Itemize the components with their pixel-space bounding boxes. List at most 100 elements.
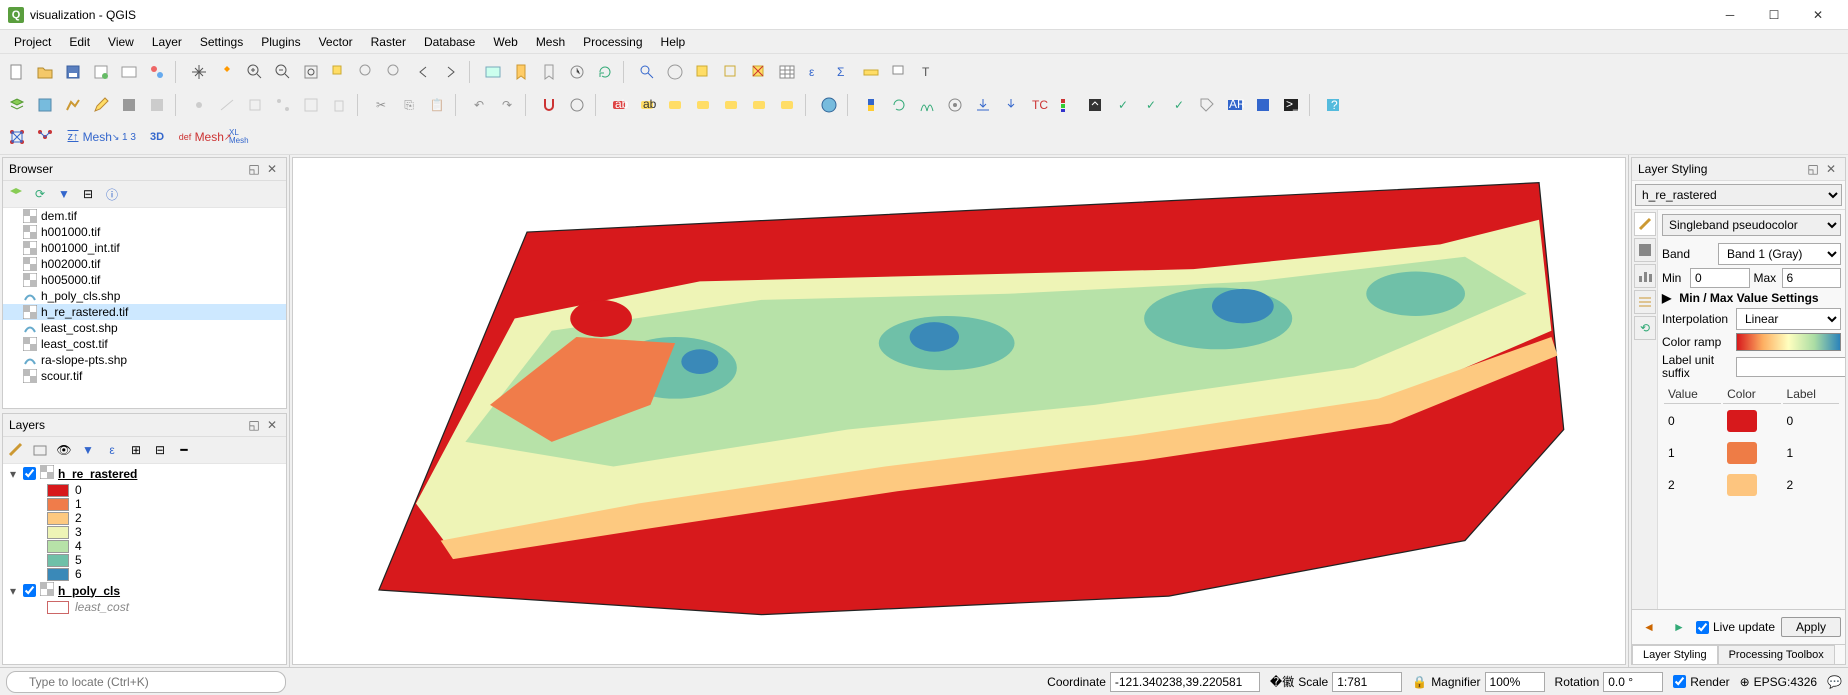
style-manager-icon[interactable]	[144, 59, 170, 85]
menu-project[interactable]: Project	[6, 32, 59, 52]
renderer-select[interactable]: Singleband pseudocolor	[1662, 214, 1841, 236]
new-geopackage-icon[interactable]	[32, 92, 58, 118]
zoom-selection-icon[interactable]	[326, 59, 352, 85]
browser-refresh-icon[interactable]: ⟳	[29, 183, 51, 205]
blue-panel-icon[interactable]	[1250, 92, 1276, 118]
python-icon[interactable]	[858, 92, 884, 118]
tab-layer-styling[interactable]: Layer Styling	[1632, 645, 1718, 664]
layers-add-group-icon[interactable]	[29, 439, 51, 461]
browser-item[interactable]: ra-slope-pts.shp	[3, 352, 286, 368]
messages-icon[interactable]: 💬	[1827, 675, 1842, 689]
menu-web[interactable]: Web	[485, 32, 525, 52]
class-row[interactable]: 00	[1664, 406, 1839, 436]
label-icon[interactable]: abc	[634, 92, 660, 118]
undo-icon[interactable]: ↶	[466, 92, 492, 118]
expand-icon[interactable]: ▾	[7, 584, 19, 598]
symbology-tab-icon[interactable]	[1634, 212, 1656, 236]
pan-to-selection-icon[interactable]	[214, 59, 240, 85]
check-1-icon[interactable]: ✓	[1166, 92, 1192, 118]
browser-item[interactable]: h001000.tif	[3, 224, 286, 240]
live-update-checkbox[interactable]	[1696, 621, 1709, 634]
arr-icon[interactable]: ARR	[1222, 92, 1248, 118]
menu-edit[interactable]: Edit	[61, 32, 98, 52]
toggle-editing-icon[interactable]	[88, 92, 114, 118]
action-icon[interactable]	[662, 59, 688, 85]
class-color-swatch[interactable]	[1727, 410, 1757, 432]
load-icon[interactable]	[970, 92, 996, 118]
locator-input[interactable]	[6, 671, 286, 693]
layers-expression-icon[interactable]: ε	[101, 439, 123, 461]
select-icon[interactable]	[690, 59, 716, 85]
attribute-table-icon[interactable]	[774, 59, 800, 85]
identify-icon[interactable]	[634, 59, 660, 85]
browser-item[interactable]: h002000.tif	[3, 256, 286, 272]
mesh-label-icon[interactable]: Mesh↘	[88, 124, 114, 150]
browser-item[interactable]: least_cost.tif	[3, 336, 286, 352]
rendering-tab-icon[interactable]	[1634, 290, 1656, 314]
suffix-input[interactable]	[1736, 357, 1845, 377]
lock-icon[interactable]: 🔒	[1412, 675, 1427, 689]
maptips-icon[interactable]	[886, 59, 912, 85]
topology-icon[interactable]	[564, 92, 590, 118]
label-pin-icon[interactable]	[662, 92, 688, 118]
label-change-icon[interactable]	[774, 92, 800, 118]
vertex-tool-icon[interactable]	[270, 92, 296, 118]
browser-item[interactable]: least_cost.shp	[3, 320, 286, 336]
no-label-icon[interactable]: abc	[606, 92, 632, 118]
menu-raster[interactable]: Raster	[363, 32, 414, 52]
min-input[interactable]	[1690, 268, 1750, 288]
minimize-button[interactable]: ─	[1708, 1, 1752, 29]
check-green-icon[interactable]: ✓	[1110, 92, 1136, 118]
save-project-icon[interactable]	[60, 59, 86, 85]
histogram-tab-icon[interactable]	[1634, 264, 1656, 288]
layers-undock-icon[interactable]: ◱	[246, 417, 262, 433]
style-fwd-icon[interactable]: ►	[1666, 614, 1692, 640]
refresh-icon[interactable]	[592, 59, 618, 85]
menu-vector[interactable]: Vector	[311, 32, 361, 52]
layout-manager-icon[interactable]	[116, 59, 142, 85]
close-button[interactable]: ✕	[1796, 1, 1840, 29]
browser-collapse-icon[interactable]: ⊟	[77, 183, 99, 205]
coord-field[interactable]	[1110, 672, 1260, 692]
mesh-13-icon[interactable]: 1 3	[116, 124, 142, 150]
deselect-icon[interactable]	[746, 59, 772, 85]
paste-icon[interactable]: 📋	[424, 92, 450, 118]
download-icon[interactable]	[998, 92, 1024, 118]
history-tab-icon[interactable]: ⟲	[1634, 316, 1656, 340]
maximize-button[interactable]: ☐	[1752, 1, 1796, 29]
delete-icon[interactable]	[326, 92, 352, 118]
browser-close-icon[interactable]: ✕	[264, 161, 280, 177]
layers-collapse-icon[interactable]: ⊟	[149, 439, 171, 461]
plugin-reload-icon[interactable]	[886, 92, 912, 118]
style-back-icon[interactable]: ◄	[1636, 614, 1662, 640]
digitize-line-icon[interactable]	[214, 92, 240, 118]
render-checkbox[interactable]	[1673, 675, 1686, 688]
redo-icon[interactable]: ↷	[494, 92, 520, 118]
label-move-icon[interactable]	[718, 92, 744, 118]
expand-icon[interactable]: ▾	[7, 467, 19, 481]
menu-mesh[interactable]: Mesh	[528, 32, 573, 52]
tuflow-icon[interactable]: TCF	[1026, 92, 1052, 118]
zoom-next-icon[interactable]	[438, 59, 464, 85]
browser-item[interactable]: scour.tif	[3, 368, 286, 384]
browser-properties-icon[interactable]: ⓘ	[101, 183, 123, 205]
layers-expand-icon[interactable]: ⊞	[125, 439, 147, 461]
mesh-arrow-icon[interactable]: Mesh↗	[200, 124, 226, 150]
zoom-full-icon[interactable]	[298, 59, 324, 85]
browser-item[interactable]: dem.tif	[3, 208, 286, 224]
add-vector-icon[interactable]	[60, 92, 86, 118]
zoom-last-icon[interactable]	[410, 59, 436, 85]
zoom-native-icon[interactable]	[382, 59, 408, 85]
open-project-icon[interactable]	[32, 59, 58, 85]
browser-undock-icon[interactable]: ◱	[246, 161, 262, 177]
check-q-icon[interactable]: ✓	[1138, 92, 1164, 118]
snapping-icon[interactable]	[536, 92, 562, 118]
layers-remove-icon[interactable]: ━	[173, 439, 195, 461]
tab-processing-toolbox[interactable]: Processing Toolbox	[1718, 645, 1835, 664]
menu-database[interactable]: Database	[416, 32, 483, 52]
browser-add-icon[interactable]	[5, 183, 27, 205]
menu-help[interactable]: Help	[653, 32, 694, 52]
digitize-point-icon[interactable]	[186, 92, 212, 118]
web-icon[interactable]	[816, 92, 842, 118]
data-source-manager-icon[interactable]	[4, 92, 30, 118]
